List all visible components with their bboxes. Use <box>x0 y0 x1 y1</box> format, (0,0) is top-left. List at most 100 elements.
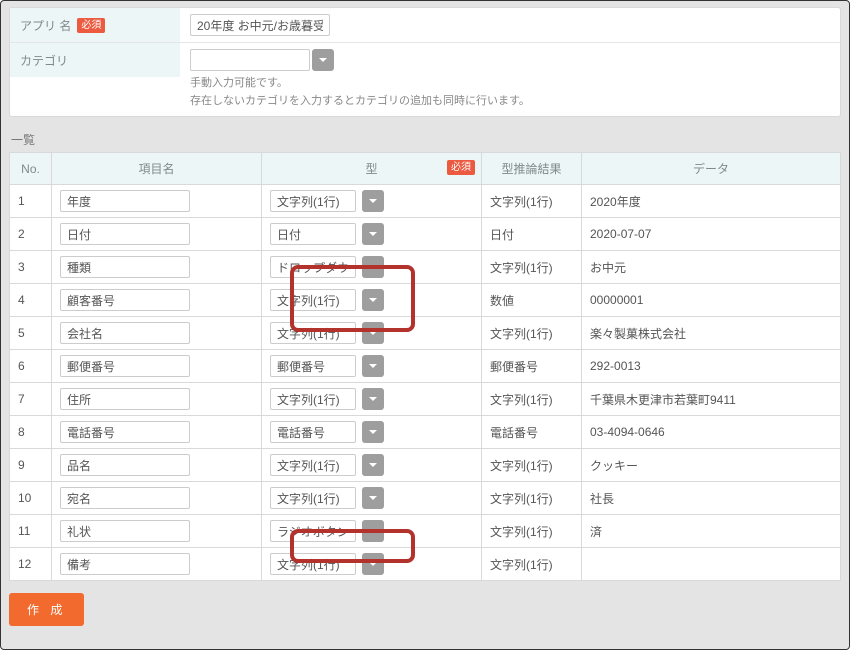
type-dropdown-button[interactable] <box>362 454 384 476</box>
cell-data: お中元 <box>582 251 841 284</box>
cell-data: 済 <box>582 515 841 548</box>
item-name-input[interactable] <box>60 355 190 377</box>
label-category: カテゴリ <box>10 43 180 77</box>
type-select[interactable] <box>270 256 356 278</box>
cell-data: 03-4094-0646 <box>582 416 841 449</box>
item-name-input[interactable] <box>60 322 190 344</box>
app-name-input[interactable] <box>190 14 330 36</box>
label-category-text: カテゴリ <box>20 52 68 69</box>
type-dropdown-button[interactable] <box>362 289 384 311</box>
category-dropdown-button[interactable] <box>312 49 334 71</box>
cell-no: 9 <box>10 449 52 482</box>
cell-type <box>262 416 482 449</box>
cell-item <box>52 251 262 284</box>
create-button[interactable]: 作 成 <box>9 593 84 626</box>
item-name-input[interactable] <box>60 454 190 476</box>
table-row: 3 文字列(1行)お中元 <box>10 251 841 284</box>
table-row: 7文字列(1行)千葉県木更津市若葉町9411 <box>10 383 841 416</box>
fields-table: No. 項目名 型 必須 型推論結果 データ 1文字列(1行)2020年度2日付… <box>9 152 841 581</box>
cell-type <box>262 548 482 581</box>
cell-no: 8 <box>10 416 52 449</box>
type-select[interactable] <box>270 289 356 311</box>
cell-no: 1 <box>10 185 52 218</box>
type-select[interactable] <box>270 223 356 245</box>
cell-data: 00000001 <box>582 284 841 317</box>
cell-inferred: 文字列(1行) <box>482 317 582 350</box>
cell-no: 2 <box>10 218 52 251</box>
cell-data: 2020-07-07 <box>582 218 841 251</box>
type-dropdown-button[interactable] <box>362 520 384 542</box>
cell-data <box>582 548 841 581</box>
chevron-down-icon <box>368 559 378 569</box>
cell-item <box>52 449 262 482</box>
cell-inferred: 文字列(1行) <box>482 482 582 515</box>
item-name-input[interactable] <box>60 388 190 410</box>
cell-item <box>52 482 262 515</box>
type-dropdown-button[interactable] <box>362 223 384 245</box>
type-dropdown-button[interactable] <box>362 190 384 212</box>
table-row: 6郵便番号292-0013 <box>10 350 841 383</box>
cell-no: 11 <box>10 515 52 548</box>
cell-data: 楽々製菓株式会社 <box>582 317 841 350</box>
chevron-down-icon <box>368 328 378 338</box>
cell-inferred: 文字列(1行) <box>482 515 582 548</box>
table-row: 9文字列(1行)クッキー <box>10 449 841 482</box>
type-select[interactable] <box>270 355 356 377</box>
type-dropdown-button[interactable] <box>362 322 384 344</box>
chevron-down-icon <box>368 460 378 470</box>
type-dropdown-button[interactable] <box>362 553 384 575</box>
cell-type <box>262 251 482 284</box>
cell-type <box>262 383 482 416</box>
cell-data: 292-0013 <box>582 350 841 383</box>
type-select[interactable] <box>270 520 356 542</box>
type-select[interactable] <box>270 454 356 476</box>
type-required-badge: 必須 <box>447 160 475 175</box>
item-name-input[interactable] <box>60 553 190 575</box>
cell-type <box>262 482 482 515</box>
cell-type <box>262 350 482 383</box>
type-dropdown-button[interactable] <box>362 388 384 410</box>
cell-no: 7 <box>10 383 52 416</box>
cell-no: 4 <box>10 284 52 317</box>
type-dropdown-button[interactable] <box>362 421 384 443</box>
col-no: No. <box>10 153 52 185</box>
chevron-down-icon <box>368 526 378 536</box>
chevron-down-icon <box>368 229 378 239</box>
type-dropdown-button[interactable] <box>362 355 384 377</box>
chevron-down-icon <box>368 427 378 437</box>
cell-item <box>52 185 262 218</box>
item-name-input[interactable] <box>60 256 190 278</box>
table-row: 5文字列(1行)楽々製菓株式会社 <box>10 317 841 350</box>
item-name-input[interactable] <box>60 520 190 542</box>
type-select[interactable] <box>270 421 356 443</box>
type-select[interactable] <box>270 388 356 410</box>
cell-inferred: 文字列(1行) <box>482 449 582 482</box>
type-select[interactable] <box>270 190 356 212</box>
cell-no: 3 <box>10 251 52 284</box>
cell-inferred: 文字列(1行) <box>482 548 582 581</box>
type-select[interactable] <box>270 553 356 575</box>
item-name-input[interactable] <box>60 289 190 311</box>
cell-type <box>262 185 482 218</box>
item-name-input[interactable] <box>60 190 190 212</box>
cell-type <box>262 218 482 251</box>
table-row: 1文字列(1行)2020年度 <box>10 185 841 218</box>
type-select[interactable] <box>270 487 356 509</box>
category-input[interactable] <box>190 49 310 71</box>
cell-inferred: 数値 <box>482 284 582 317</box>
cell-inferred: 文字列(1行) <box>482 251 582 284</box>
cell-inferred: 郵便番号 <box>482 350 582 383</box>
type-dropdown-button[interactable] <box>362 256 384 278</box>
item-name-input[interactable] <box>60 223 190 245</box>
item-name-input[interactable] <box>60 421 190 443</box>
cell-item <box>52 284 262 317</box>
cell-no: 12 <box>10 548 52 581</box>
col-item: 項目名 <box>52 153 262 185</box>
type-select[interactable] <box>270 322 356 344</box>
app-form: アプリ 名 必須 カテゴリ 手動入力可能です。 存在しないカテゴリを入力するとカ… <box>9 7 841 117</box>
category-hint: 手動入力可能です。 存在しないカテゴリを入力するとカテゴリの追加も同時に行います… <box>190 75 830 110</box>
type-dropdown-button[interactable] <box>362 487 384 509</box>
cell-item <box>52 218 262 251</box>
item-name-input[interactable] <box>60 487 190 509</box>
cell-type <box>262 317 482 350</box>
